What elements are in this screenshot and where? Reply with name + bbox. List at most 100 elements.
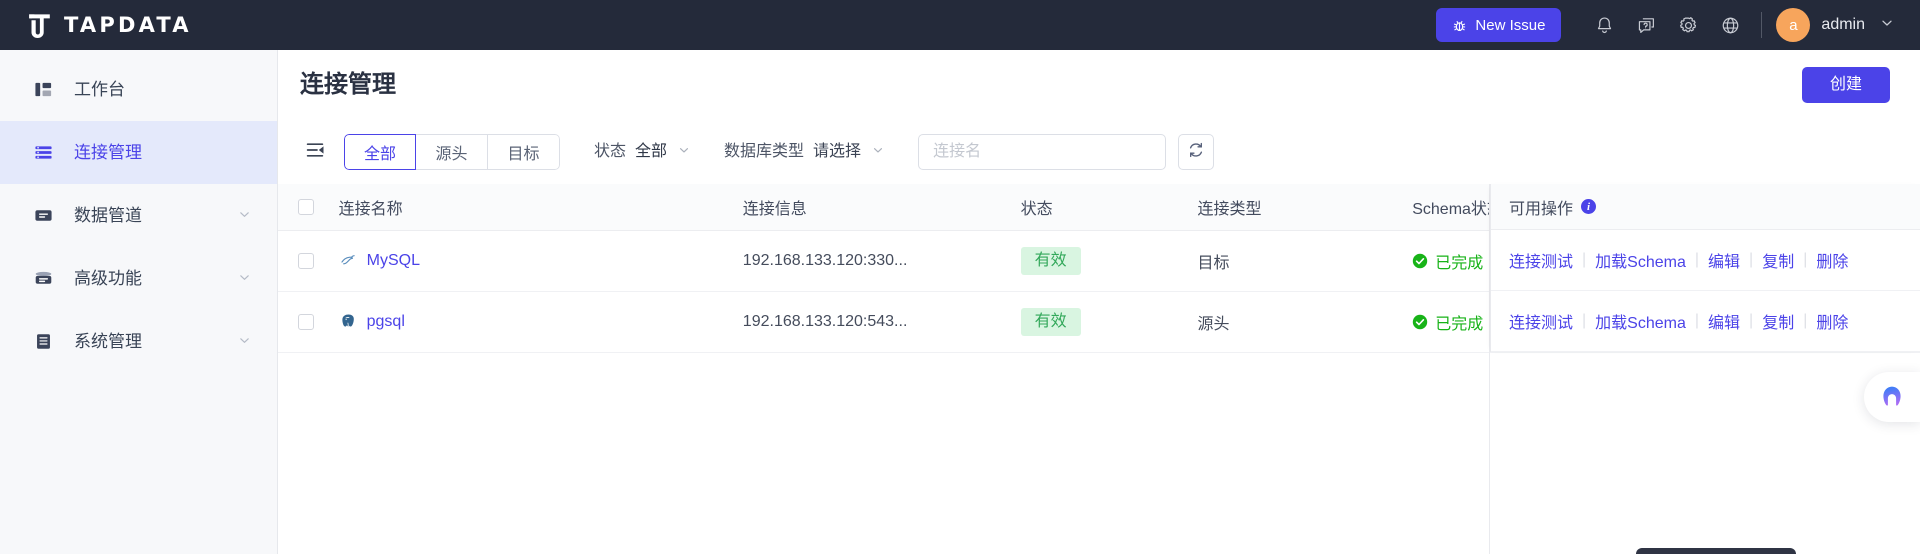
select-all-checkbox[interactable] bbox=[298, 198, 314, 215]
action-divider: | bbox=[1694, 312, 1700, 329]
sidebar-item-workbench[interactable]: 工作台 bbox=[0, 58, 277, 121]
action-test-connection[interactable]: 连接测试 bbox=[1509, 248, 1573, 272]
sidebar-item-label: 工作台 bbox=[74, 80, 125, 99]
column-info: 连接信息 bbox=[742, 184, 1021, 231]
schema-status-label: 已完成 bbox=[1435, 254, 1484, 272]
brand-name: TAPDATA bbox=[64, 12, 192, 37]
feedback-button[interactable] bbox=[1625, 4, 1667, 46]
schema-status: 已完成 bbox=[1412, 249, 1483, 273]
sidebar-item-system[interactable]: 系统管理 bbox=[0, 310, 277, 373]
cell-conn-type: 目标 bbox=[1197, 230, 1413, 292]
sidebar-item-label: 连接管理 bbox=[74, 143, 142, 162]
column-actions: 可用操作 i bbox=[1491, 184, 1920, 230]
type-segment-group: 全部 源头 目标 bbox=[344, 134, 560, 170]
row-select-cell bbox=[278, 291, 339, 353]
brand[interactable]: TAPDATA bbox=[26, 12, 192, 39]
connections-table: 连接名称 连接信息 状态 连接类型 Schema状态 i bbox=[278, 184, 1920, 554]
action-divider: | bbox=[1803, 312, 1808, 329]
chevron-down-icon bbox=[872, 143, 884, 161]
refresh-button[interactable] bbox=[1178, 134, 1215, 170]
globe-icon bbox=[1720, 15, 1741, 36]
action-copy[interactable]: 复制 bbox=[1762, 248, 1794, 272]
column-name-label: 连接名称 bbox=[338, 200, 403, 218]
sidebar-item-label: 高级功能 bbox=[74, 269, 142, 288]
action-copy[interactable]: 复制 bbox=[1762, 309, 1794, 333]
sidebar-item-connections[interactable]: 连接管理 bbox=[0, 121, 277, 184]
chevron-down-icon bbox=[678, 143, 690, 161]
check-circle-icon bbox=[1412, 314, 1428, 330]
select-all-cell bbox=[278, 184, 339, 231]
segment-all[interactable]: 全部 bbox=[344, 134, 416, 170]
status-filter-value[interactable]: 全部 bbox=[635, 144, 667, 160]
avatar: a bbox=[1776, 8, 1811, 42]
search-input[interactable] bbox=[918, 134, 1167, 170]
actions-fixed-column: 可用操作 i 连接测试 | 加载Schema | 编辑 | 复制 | 删除 连接… bbox=[1490, 184, 1920, 352]
help-message-icon bbox=[1636, 15, 1657, 36]
dbtype-filter[interactable]: 数据库类型 请选择 bbox=[724, 143, 884, 161]
sidebar-item-advanced[interactable]: 高级功能 bbox=[0, 247, 277, 310]
action-test-connection[interactable]: 连接测试 bbox=[1509, 309, 1573, 333]
mysql-dolphin-icon bbox=[339, 251, 359, 271]
create-button[interactable]: 创建 bbox=[1801, 67, 1890, 103]
segment-target[interactable]: 目标 bbox=[488, 134, 560, 170]
connection-info: 192.168.133.120:543... bbox=[742, 312, 908, 330]
action-divider: | bbox=[1749, 251, 1754, 268]
gear-icon bbox=[1678, 15, 1699, 36]
action-load-schema[interactable]: 加载Schema bbox=[1595, 248, 1686, 272]
postgresql-elephant-icon bbox=[339, 312, 359, 332]
action-divider: | bbox=[1694, 251, 1700, 268]
app-root: TAPDATA New Issue a admin 工作台 连接管理 数据管道 … bbox=[0, 0, 1920, 554]
settings-button[interactable] bbox=[1667, 4, 1709, 46]
collapse-panel-button[interactable] bbox=[300, 137, 330, 167]
action-divider: | bbox=[1749, 312, 1754, 329]
new-issue-label: New Issue bbox=[1475, 16, 1546, 34]
segment-source[interactable]: 源头 bbox=[416, 134, 488, 170]
system-icon bbox=[32, 331, 54, 353]
chevron-down-icon bbox=[238, 269, 251, 289]
filter-toolbar: 全部 源头 目标 状态 全部 数据库类型 请选择 bbox=[278, 120, 1920, 184]
cell-info: 192.168.133.120:543... bbox=[742, 291, 1021, 353]
main-content: 连接管理 创建 全部 源头 目标 状态 全部 数据库类型 请选择 连接名 连接名… bbox=[278, 50, 1920, 554]
action-load-schema[interactable]: 加载Schema bbox=[1595, 309, 1686, 333]
chevron-down-icon bbox=[238, 332, 251, 352]
bell-icon bbox=[1594, 15, 1615, 36]
sidebar-item-label: 系统管理 bbox=[74, 332, 142, 351]
body: 工作台 连接管理 数据管道 高级功能 系统管理 连接管理 创建 全部 源头 目标… bbox=[0, 50, 1920, 554]
dbtype-filter-value[interactable]: 请选择 bbox=[813, 144, 861, 160]
sidebar-item-pipelines[interactable]: 数据管道 bbox=[0, 184, 277, 247]
check-circle-icon bbox=[1412, 253, 1428, 269]
column-info-label: 连接信息 bbox=[742, 200, 807, 218]
connections-list-icon bbox=[32, 142, 54, 164]
column-conn-type-label: 连接类型 bbox=[1197, 200, 1262, 218]
bottom-toolbar-peek[interactable] bbox=[1636, 548, 1796, 554]
column-name: 连接名称 bbox=[338, 184, 743, 231]
connection-name-link[interactable]: MySQL bbox=[367, 252, 420, 270]
notifications-button[interactable] bbox=[1583, 4, 1625, 46]
chevron-down-icon bbox=[238, 206, 251, 226]
pipeline-icon bbox=[32, 205, 54, 227]
action-delete[interactable]: 删除 bbox=[1816, 248, 1848, 272]
cell-status: 有效 bbox=[1020, 291, 1198, 353]
sidebar: 工作台 连接管理 数据管道 高级功能 系统管理 bbox=[0, 50, 278, 554]
new-issue-button[interactable]: New Issue bbox=[1436, 8, 1562, 42]
info-icon[interactable]: i bbox=[1581, 199, 1597, 214]
chevron-down-icon bbox=[1880, 16, 1894, 35]
search-area bbox=[918, 134, 1215, 170]
connection-name-link[interactable]: pgsql bbox=[367, 313, 405, 331]
row-checkbox[interactable] bbox=[298, 313, 314, 330]
cell-name: MySQL bbox=[338, 230, 743, 292]
user-menu[interactable]: a admin bbox=[1776, 8, 1898, 42]
collapse-panel-icon bbox=[305, 140, 325, 165]
language-button[interactable] bbox=[1709, 4, 1751, 46]
action-delete[interactable]: 删除 bbox=[1816, 309, 1848, 333]
action-edit[interactable]: 编辑 bbox=[1708, 248, 1740, 272]
ai-assistant-button[interactable] bbox=[1864, 372, 1920, 422]
row-checkbox[interactable] bbox=[298, 252, 314, 269]
app-header: TAPDATA New Issue a admin bbox=[0, 0, 1920, 50]
header-divider bbox=[1761, 12, 1763, 38]
schema-status-label: 已完成 bbox=[1435, 315, 1484, 333]
status-filter[interactable]: 状态 全部 bbox=[594, 143, 690, 161]
action-edit[interactable]: 编辑 bbox=[1708, 309, 1740, 333]
schema-status: 已完成 bbox=[1412, 310, 1483, 334]
user-name: admin bbox=[1821, 16, 1865, 33]
